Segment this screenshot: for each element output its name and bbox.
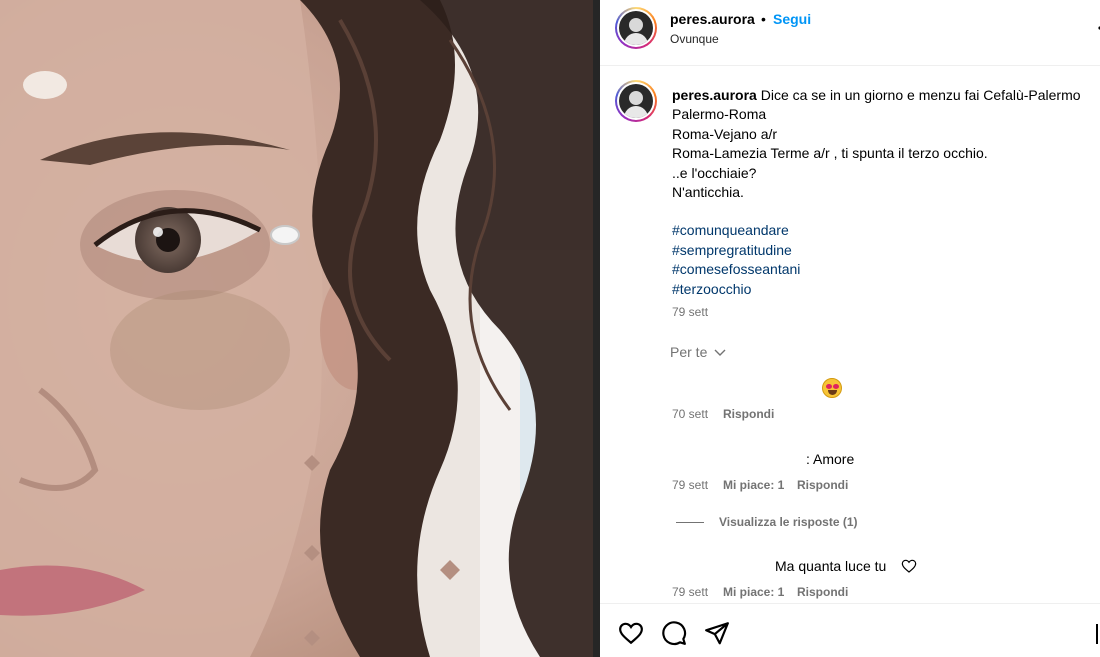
translation-label: Per te [670, 344, 708, 360]
reply-button[interactable]: Rispondi [797, 478, 848, 492]
post-action-bar [600, 603, 1100, 657]
comment-timestamp[interactable]: 79 sett [672, 585, 708, 599]
caption-username[interactable]: peres.aurora [672, 87, 757, 103]
comment-likes[interactable]: Mi piace: 1 [723, 585, 784, 599]
bookmark-icon[interactable] [1096, 624, 1100, 644]
author-username[interactable]: peres.aurora [670, 11, 755, 27]
comment-text: : Amore [806, 451, 855, 467]
portrait-photo [0, 0, 593, 657]
hashtag-link[interactable]: #terzoocchio [672, 280, 1100, 299]
comment-timestamp[interactable]: 70 sett [672, 407, 708, 421]
replies-divider-line [676, 522, 704, 523]
caption-line: N'anticchia. [672, 184, 744, 201]
post-location[interactable]: Ovunque [670, 32, 719, 46]
view-replies-button[interactable]: Visualizza le risposte (1) [719, 515, 858, 529]
chevron-down-icon [714, 349, 726, 357]
heart-eyes-emoji-icon [822, 378, 842, 398]
post-caption: peres.aurora Dice ca se in un giorno e m… [672, 86, 1100, 299]
share-icon[interactable] [704, 620, 730, 646]
caption-line: Palermo-Roma [672, 106, 767, 123]
panel-divider [593, 0, 600, 657]
hashtag-link[interactable]: #sempregratitudine [672, 241, 1100, 260]
caption-line: ..e l'occhiaie? [672, 164, 757, 181]
heart-icon[interactable] [618, 620, 644, 646]
comment-timestamp[interactable]: 79 sett [672, 478, 708, 492]
caption-line: Roma-Lamezia Terme a/r , ti spunta il te… [672, 145, 988, 162]
comment-like-heart-icon[interactable] [901, 558, 917, 574]
reply-button[interactable]: Rispondi [797, 585, 848, 599]
separator-dot: • [761, 11, 766, 27]
follow-button[interactable]: Segui [773, 11, 811, 27]
caption-line: Roma-Vejano a/r [672, 125, 778, 142]
comment-likes[interactable]: Mi piace: 1 [723, 478, 784, 492]
caption-author-avatar[interactable] [615, 80, 657, 122]
more-icon[interactable] [1092, 18, 1100, 38]
author-avatar[interactable] [615, 7, 657, 49]
comment-text: Ma quanta luce tu [775, 558, 887, 574]
comment-icon[interactable] [661, 620, 687, 646]
caption-timestamp[interactable]: 79 sett [672, 305, 708, 319]
post-image[interactable] [0, 0, 593, 657]
reply-button[interactable]: Rispondi [723, 407, 774, 421]
post-header: peres.aurora • Segui Ovunque [600, 0, 1100, 66]
hashtag-link[interactable]: #comunqueandare [672, 221, 1100, 240]
instagram-post-view: peres.aurora • Segui Ovunque peres.auror… [0, 0, 1100, 657]
translation-toggle[interactable]: Per te [670, 344, 726, 360]
caption-line: Dice ca se in un giorno e menzu fai Cefa… [760, 87, 1081, 103]
post-details-panel: peres.aurora • Segui Ovunque peres.auror… [600, 0, 1100, 657]
hashtag-link[interactable]: #comesefosseantani [672, 260, 1100, 279]
